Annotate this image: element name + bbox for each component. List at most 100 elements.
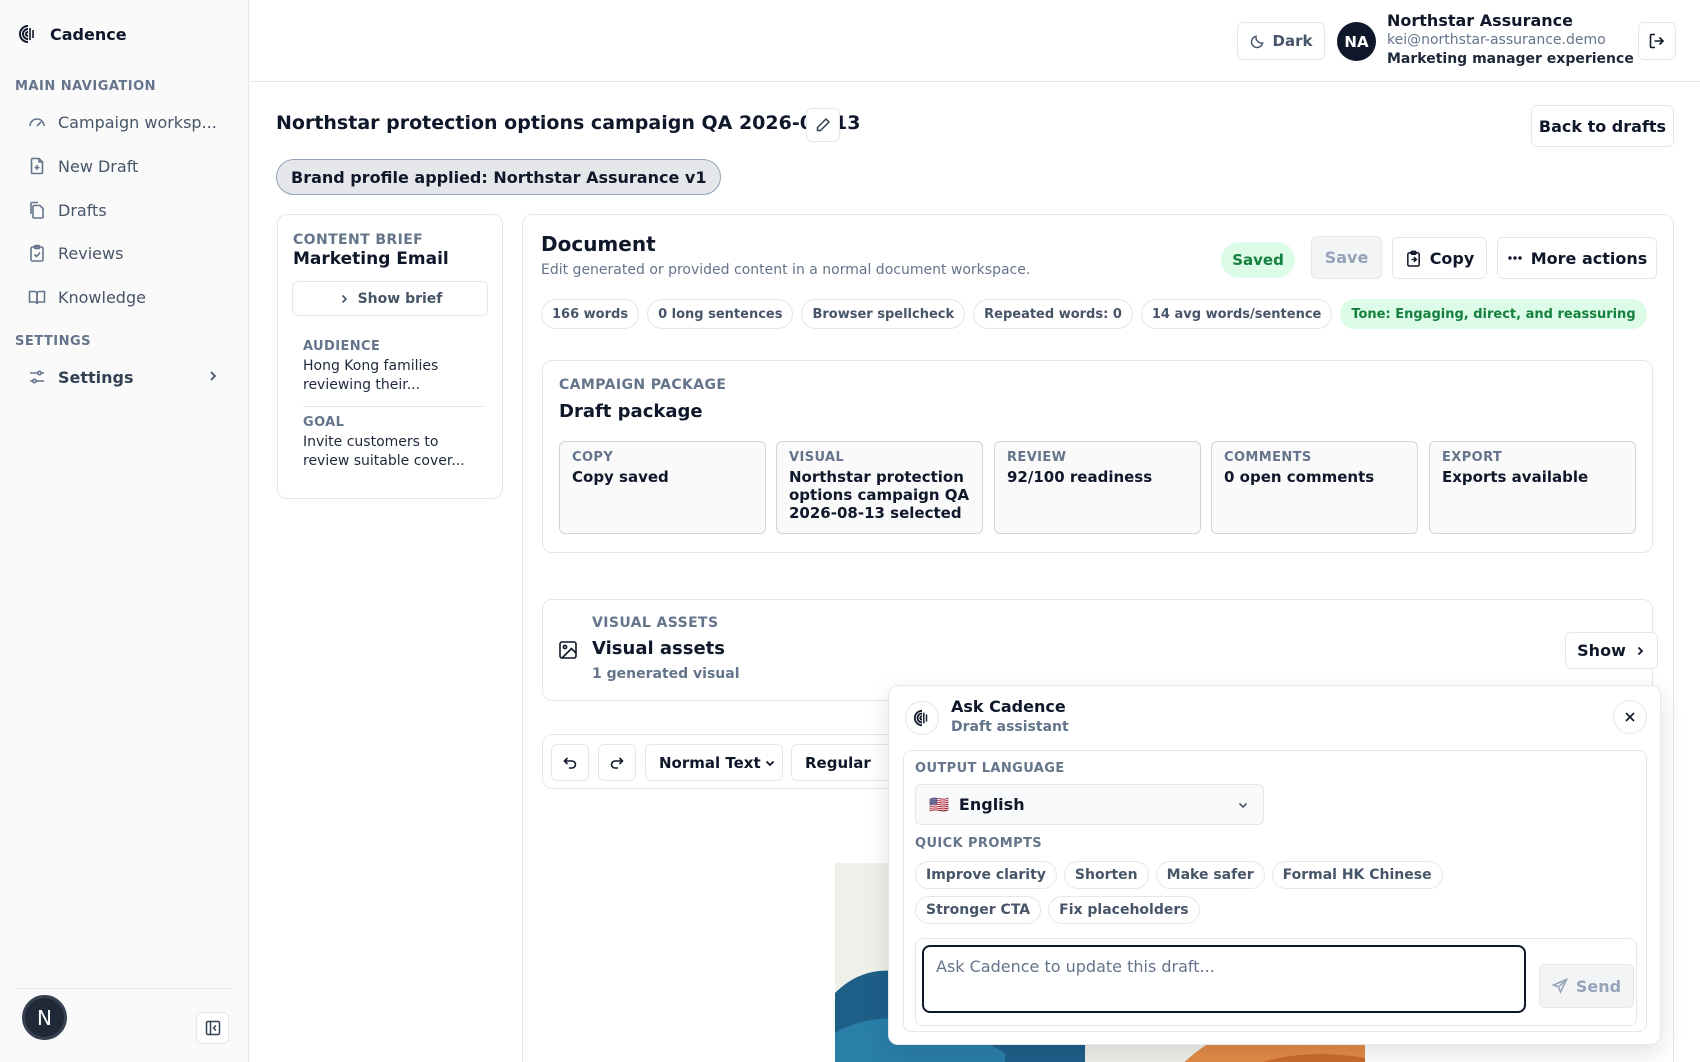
brief-content-type: Marketing Email bbox=[293, 249, 449, 269]
gauge-icon bbox=[28, 113, 46, 131]
book-open-icon bbox=[28, 288, 46, 306]
copy-label: Copy bbox=[1429, 248, 1475, 268]
assistant-subtitle: Draft assistant bbox=[951, 719, 1069, 735]
show-visual-assets-button[interactable]: Show bbox=[1565, 632, 1658, 669]
app-name: Cadence bbox=[50, 24, 127, 44]
prompt-chip-make-safer[interactable]: Make safer bbox=[1155, 861, 1265, 889]
show-brief-label: Show brief bbox=[357, 290, 443, 307]
edit-title-button[interactable] bbox=[806, 108, 840, 142]
prompt-chip-stronger-cta[interactable]: Stronger CTA bbox=[915, 896, 1042, 924]
user-email: kei@northstar-assurance.demo bbox=[1387, 32, 1606, 48]
user-avatar[interactable]: NA bbox=[1337, 22, 1376, 61]
tile-label: COMMENTS bbox=[1224, 450, 1312, 465]
send-icon bbox=[1551, 978, 1568, 994]
sidebar-item-label: Drafts bbox=[58, 200, 107, 220]
undo-icon bbox=[562, 755, 578, 771]
clipboard-copy-icon bbox=[1405, 250, 1422, 267]
sidebar-item-campaign-workspace[interactable]: Campaign worksp... bbox=[14, 104, 234, 140]
document-title: Document bbox=[541, 232, 656, 256]
files-icon bbox=[28, 201, 46, 219]
package-title: Draft package bbox=[559, 401, 703, 422]
sidebar-item-knowledge[interactable]: Knowledge bbox=[14, 279, 234, 315]
brand[interactable]: Cadence bbox=[18, 24, 127, 44]
audience-label: AUDIENCE bbox=[303, 339, 381, 354]
file-plus-icon bbox=[28, 157, 46, 175]
spellcheck-stat: Browser spellcheck bbox=[801, 299, 966, 329]
output-language-select[interactable]: 🇺🇸 English bbox=[915, 784, 1264, 825]
package-section-label: CAMPAIGN PACKAGE bbox=[559, 377, 727, 393]
log-out-icon bbox=[1648, 32, 1666, 50]
tile-value: 0 open comments bbox=[1224, 468, 1375, 486]
chevron-down-icon bbox=[764, 757, 776, 769]
long-sentences-stat: 0 long sentences bbox=[647, 299, 794, 329]
brand-profile-badge: Brand profile applied: Northstar Assuran… bbox=[276, 159, 722, 195]
back-to-drafts-button[interactable]: Back to drafts bbox=[1531, 105, 1674, 147]
sidebar-item-label: Settings bbox=[58, 367, 134, 387]
sidebar-item-drafts[interactable]: Drafts bbox=[14, 192, 234, 228]
prompt-chip-improve-clarity[interactable]: Improve clarity bbox=[915, 861, 1057, 889]
tile-value: Copy saved bbox=[572, 468, 669, 486]
tile-label: VISUAL bbox=[789, 450, 845, 465]
sidebar: Cadence MAIN NAVIGATION Campaign worksp.… bbox=[0, 0, 249, 1062]
cadence-logo-icon bbox=[18, 24, 38, 44]
goal-label: GOAL bbox=[303, 415, 345, 430]
language-value: English bbox=[958, 795, 1025, 814]
visual-assets-count: 1 generated visual bbox=[592, 666, 740, 682]
assistant-title: Ask Cadence bbox=[951, 697, 1066, 716]
content-brief-card: CONTENT BRIEF Marketing Email Show brief… bbox=[277, 214, 503, 499]
send-button[interactable]: Send bbox=[1539, 964, 1634, 1008]
logout-button[interactable] bbox=[1638, 22, 1676, 60]
chevron-down-icon bbox=[1237, 799, 1249, 811]
redo-button[interactable] bbox=[598, 744, 636, 781]
show-label: Show bbox=[1577, 641, 1626, 660]
package-tile-review[interactable]: REVIEW 92/100 readiness bbox=[994, 441, 1201, 534]
save-button[interactable]: Save bbox=[1311, 236, 1382, 279]
sidebar-item-label: New Draft bbox=[58, 156, 139, 176]
moon-icon bbox=[1250, 34, 1265, 49]
workspace-avatar[interactable]: N bbox=[22, 995, 67, 1040]
sidebar-item-new-draft[interactable]: New Draft bbox=[14, 148, 234, 184]
show-brief-button[interactable]: Show brief bbox=[292, 281, 488, 316]
close-icon bbox=[1623, 710, 1637, 724]
collapse-sidebar-button[interactable] bbox=[196, 1012, 229, 1044]
prompt-chip-formal-hk-chinese[interactable]: Formal HK Chinese bbox=[1271, 861, 1443, 889]
sidebar-item-label: Campaign worksp... bbox=[58, 112, 217, 132]
theme-toggle-button[interactable]: Dark bbox=[1237, 22, 1325, 60]
user-name: Northstar Assurance bbox=[1387, 11, 1573, 30]
text-style-select[interactable]: Normal Text bbox=[645, 744, 783, 781]
prompt-chip-shorten[interactable]: Shorten bbox=[1063, 861, 1149, 889]
copy-button[interactable]: Copy bbox=[1392, 237, 1487, 279]
send-label: Send bbox=[1575, 976, 1622, 996]
image-icon bbox=[558, 640, 578, 660]
composer: Send bbox=[915, 938, 1637, 1026]
more-actions-button[interactable]: More actions bbox=[1497, 237, 1657, 279]
document-stats: 166 words 0 long sentences Browser spell… bbox=[541, 299, 1647, 329]
tile-value: Exports available bbox=[1442, 468, 1589, 486]
repeated-words-stat: Repeated words: 0 bbox=[973, 299, 1133, 329]
more-actions-label: More actions bbox=[1530, 248, 1648, 268]
tile-value: 92/100 readiness bbox=[1007, 468, 1153, 486]
tile-label: REVIEW bbox=[1007, 450, 1067, 465]
package-tile-copy[interactable]: COPY Copy saved bbox=[559, 441, 766, 534]
font-weight-select[interactable]: Regular bbox=[791, 744, 901, 781]
page-title: Northstar protection options campaign QA… bbox=[276, 112, 861, 134]
quick-prompts: Improve clarity Shorten Make safer Forma… bbox=[915, 861, 1535, 924]
assistant-message-input[interactable] bbox=[922, 945, 1526, 1013]
chevron-right-icon bbox=[1634, 645, 1646, 657]
tile-label: EXPORT bbox=[1442, 450, 1503, 465]
font-weight-value: Regular bbox=[805, 753, 871, 772]
package-tile-visual[interactable]: VISUAL Northstar protection options camp… bbox=[776, 441, 983, 534]
audience-value: Hong Kong families reviewing their... bbox=[303, 358, 439, 393]
pencil-icon bbox=[815, 117, 831, 133]
sidebar-item-reviews[interactable]: Reviews bbox=[14, 235, 234, 271]
package-tile-export[interactable]: EXPORT Exports available bbox=[1429, 441, 1636, 534]
avg-words-stat: 14 avg words/sentence bbox=[1140, 299, 1333, 329]
close-assistant-button[interactable] bbox=[1613, 700, 1647, 734]
text-style-value: Normal Text bbox=[659, 753, 761, 772]
undo-button[interactable] bbox=[551, 744, 589, 781]
prompt-chip-fix-placeholders[interactable]: Fix placeholders bbox=[1048, 896, 1200, 924]
brief-divider bbox=[303, 406, 485, 407]
brief-section-label: CONTENT BRIEF bbox=[293, 232, 424, 248]
sidebar-item-settings[interactable]: Settings bbox=[14, 359, 234, 395]
package-tile-comments[interactable]: COMMENTS 0 open comments bbox=[1211, 441, 1418, 534]
